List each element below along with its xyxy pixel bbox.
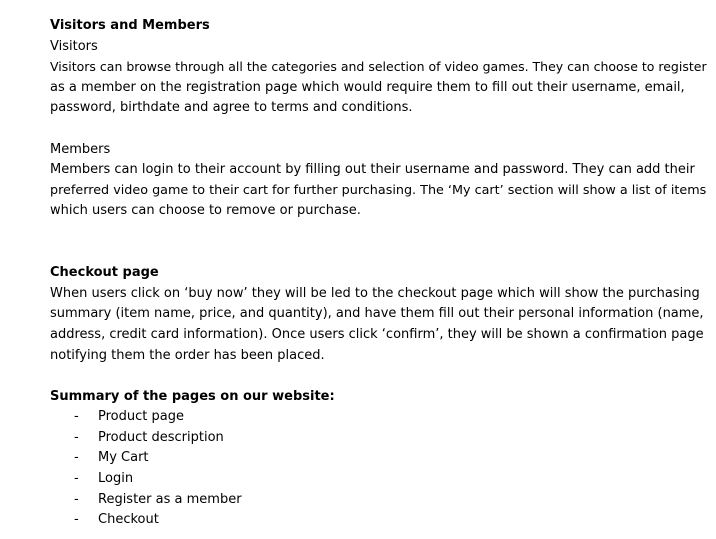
list-item-label: Product page bbox=[98, 409, 184, 425]
paragraph-line: Members can login to their account by fi… bbox=[50, 162, 695, 178]
paragraph-line: as a member on the registration page whi… bbox=[50, 79, 685, 95]
list-item-label: Login bbox=[98, 471, 134, 487]
pages-list: - Product page - Product description - My C… bbox=[50, 407, 690, 531]
paragraph-line: address, credit card information). Once … bbox=[50, 326, 704, 342]
list-item: - Checkout bbox=[50, 510, 690, 531]
paragraph-members: Members can login to their account by fi… bbox=[50, 160, 707, 222]
bullet-dash: - bbox=[74, 512, 79, 528]
paragraph-line: password, birthdate and agree to terms a… bbox=[50, 100, 413, 116]
bullet-dash: - bbox=[74, 409, 79, 425]
subheading-visitors: Visitors bbox=[50, 38, 98, 54]
list-item-label: Register as a member bbox=[98, 491, 242, 507]
paragraph-visitors: Visitors can browse through all the cate… bbox=[50, 57, 707, 119]
list-item: - Login bbox=[50, 469, 690, 490]
bullet-dash: - bbox=[74, 471, 79, 487]
paragraph-checkout: When users click on ‘buy now’ they will … bbox=[50, 284, 704, 366]
list-item: - Register as a member bbox=[50, 490, 690, 511]
list-item: - My Cart bbox=[50, 448, 690, 469]
paragraph-line: which users can choose to remove or purc… bbox=[50, 203, 361, 219]
paragraph-line: notifying them the order has been placed… bbox=[50, 347, 325, 363]
bullet-dash: - bbox=[74, 491, 79, 507]
bullet-dash: - bbox=[74, 429, 79, 445]
list-item-label: Product description bbox=[98, 429, 224, 445]
list-item-label: My Cart bbox=[98, 450, 149, 466]
document-body: Visitors and Members Visitors Visitors c… bbox=[50, 16, 707, 531]
subheading-members: Members bbox=[50, 141, 111, 157]
list-item-label: Checkout bbox=[98, 512, 159, 528]
paragraph-line: Visitors can browse through all the cate… bbox=[50, 59, 707, 75]
paragraph-line: preferred video game to their cart for f… bbox=[50, 182, 707, 198]
paragraph-line: summary (item name, price, and quantity)… bbox=[50, 306, 704, 322]
list-item: - Product description bbox=[50, 428, 690, 449]
section-heading-visitors-members: Visitors and Members bbox=[50, 18, 210, 33]
section-heading-checkout: Checkout page bbox=[50, 265, 159, 281]
bullet-dash: - bbox=[74, 450, 79, 466]
section-heading-summary: Summary of the pages on our website: bbox=[50, 388, 335, 404]
list-item: - Product page bbox=[50, 407, 690, 428]
paragraph-line: When users click on ‘buy now’ they will … bbox=[50, 285, 700, 301]
